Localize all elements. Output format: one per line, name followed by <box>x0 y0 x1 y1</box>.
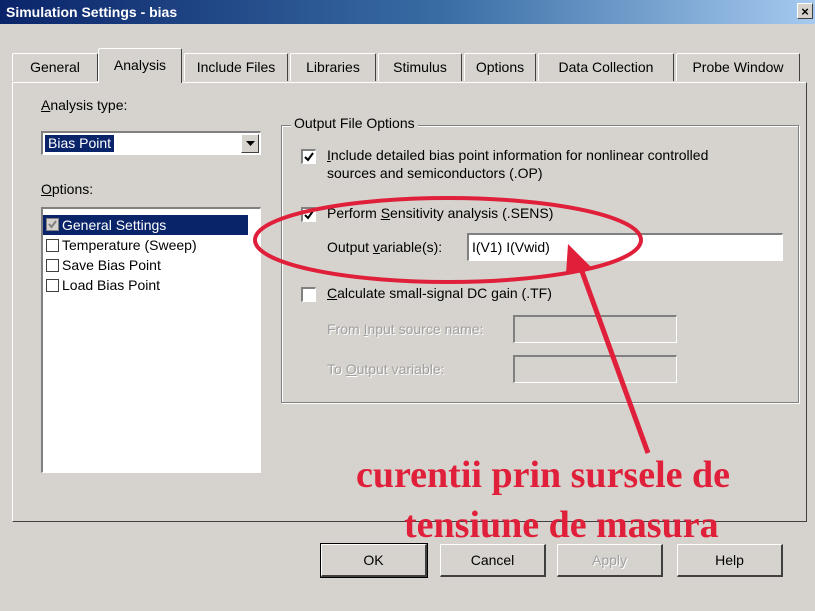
checkbox-checked-icon[interactable] <box>46 218 59 231</box>
window-title: Simulation Settings - bias <box>6 4 178 20</box>
include-detailed-label: Include detailed bias point information … <box>327 147 709 163</box>
tab-data-collection[interactable]: Data Collection <box>538 53 674 81</box>
tab-libraries[interactable]: Libraries <box>290 53 376 81</box>
cancel-button[interactable]: Cancel <box>440 544 546 577</box>
close-icon[interactable]: × <box>797 3 813 19</box>
output-variable-input[interactable]: I(V1) I(Vwid) <box>467 233 783 261</box>
list-item-save-bias-point[interactable]: Save Bias Point <box>43 255 248 275</box>
tab-options[interactable]: Options <box>464 53 536 81</box>
to-output-label: To Output variable: <box>327 361 445 377</box>
from-input-label: From Input source name: <box>327 321 484 337</box>
sensitivity-checkbox[interactable] <box>301 207 316 222</box>
checkbox-icon[interactable] <box>46 239 59 252</box>
list-item-load-bias-point[interactable]: Load Bias Point <box>43 275 248 295</box>
tab-probe-window[interactable]: Probe Window <box>676 53 800 81</box>
group-title: Output File Options <box>291 115 418 131</box>
tab-include-files[interactable]: Include Files <box>184 53 288 81</box>
annotation-line-1: curentii prin sursele de <box>356 454 731 496</box>
checkbox-icon[interactable] <box>46 279 59 292</box>
dc-gain-label: Calculate small-signal DC gain (.TF) <box>327 285 552 301</box>
apply-button: Apply <box>557 544 663 577</box>
options-list[interactable]: General Settings Temperature (Sweep) Sav… <box>41 207 261 473</box>
analysis-panel: Analysis type: Bias Point Options: Gener… <box>12 82 807 546</box>
from-input-field <box>513 315 677 343</box>
tab-general[interactable]: General <box>12 53 98 81</box>
annotation-line-2: tensiune de masura <box>404 504 719 546</box>
help-button[interactable]: Help <box>677 544 783 577</box>
options-label: Options: <box>41 181 94 197</box>
dc-gain-checkbox[interactable] <box>301 287 316 302</box>
sensitivity-label: Perform Sensitivity analysis (.SENS) <box>327 205 554 221</box>
include-detailed-label-line2: sources and semiconductors (.OP) <box>327 165 543 181</box>
analysis-type-value: Bias Point <box>45 135 115 152</box>
analysis-type-label: Analysis type: <box>41 97 128 113</box>
to-output-field <box>513 355 677 383</box>
ok-button[interactable]: OK <box>320 543 428 578</box>
include-detailed-checkbox[interactable] <box>301 149 316 164</box>
checkbox-icon[interactable] <box>46 259 59 272</box>
analysis-type-select[interactable]: Bias Point <box>41 131 261 155</box>
list-item-general-settings[interactable]: General Settings <box>43 215 248 235</box>
tab-analysis[interactable]: Analysis <box>98 48 182 83</box>
output-variable-label: Output variable(s): <box>327 239 443 255</box>
dropdown-arrow-icon[interactable] <box>241 134 259 153</box>
list-item-temperature-sweep[interactable]: Temperature (Sweep) <box>43 235 248 255</box>
title-bar: Simulation Settings - bias × <box>0 0 815 24</box>
tab-stimulus[interactable]: Stimulus <box>378 53 462 81</box>
